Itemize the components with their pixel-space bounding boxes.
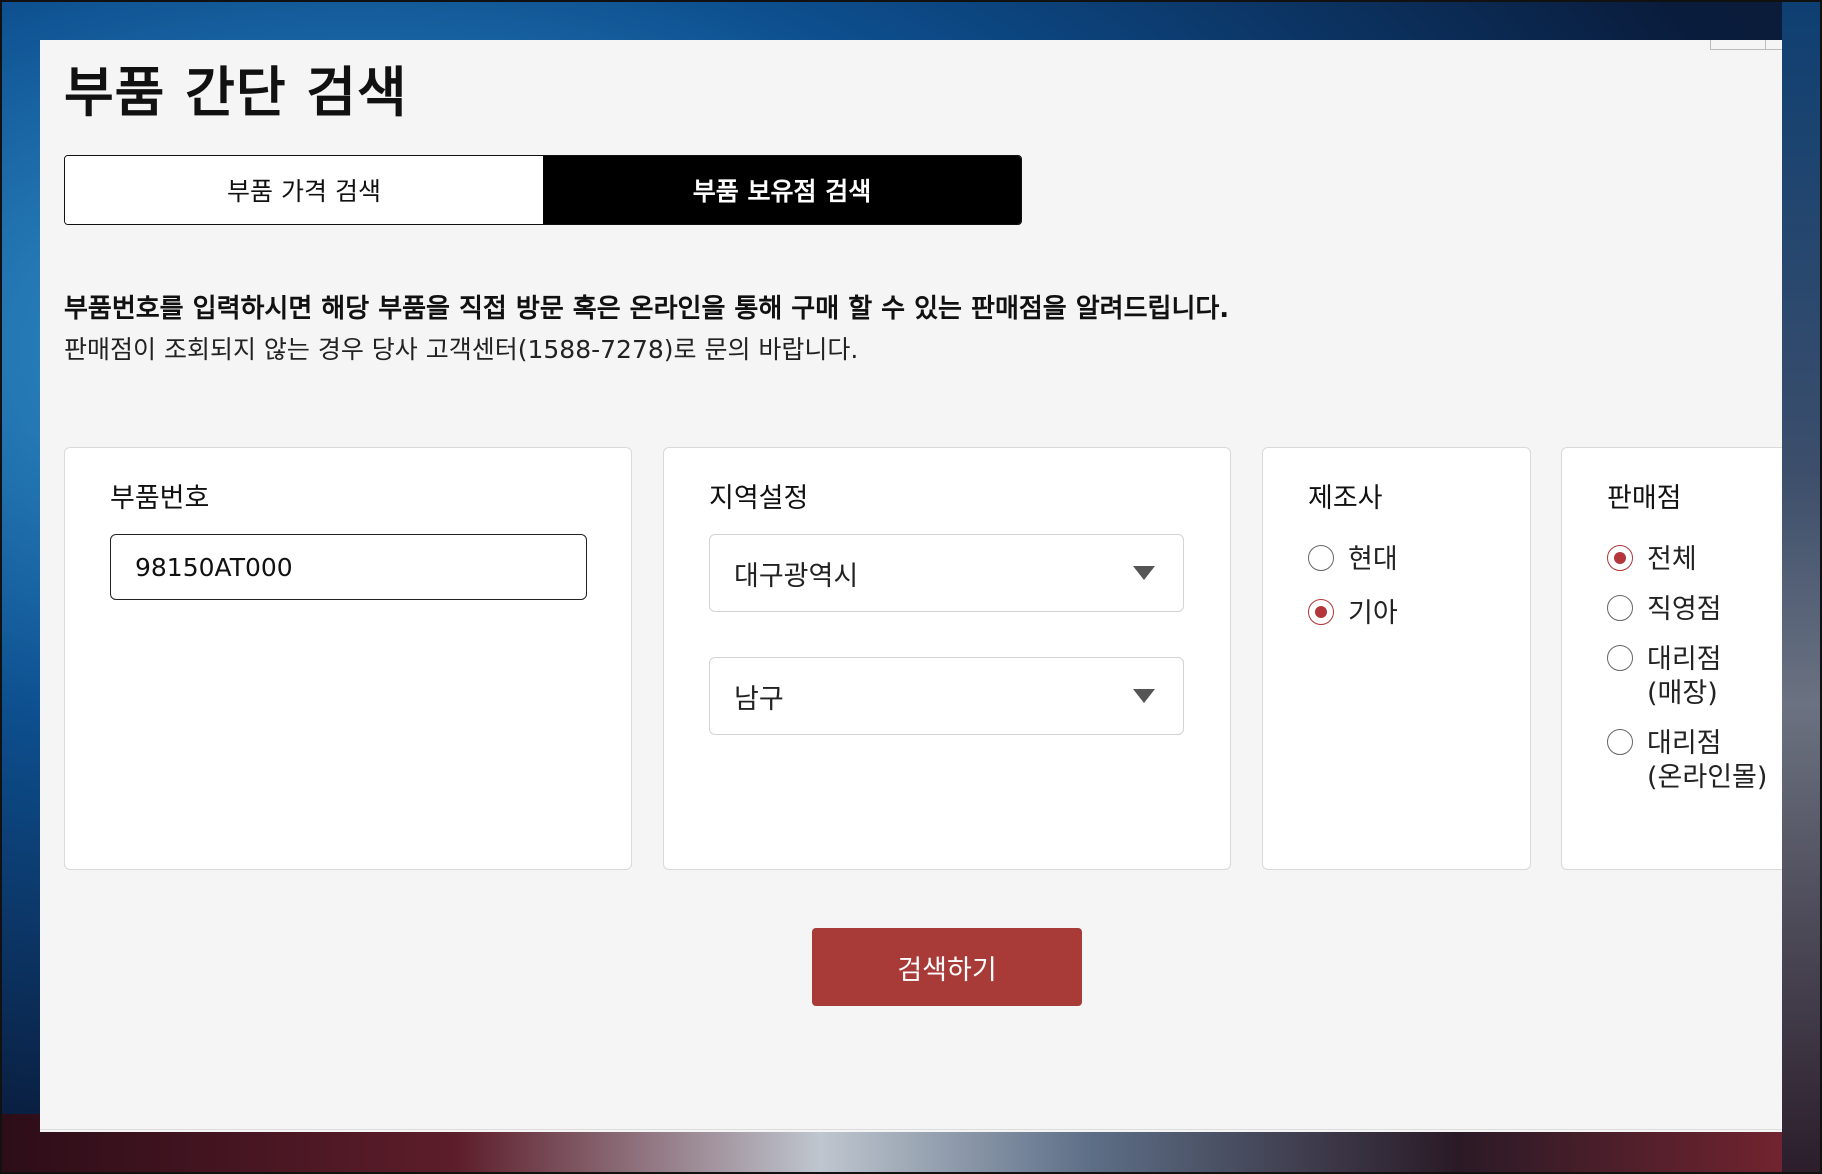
radio-unchecked-icon[interactable] xyxy=(1308,545,1334,571)
description-secondary: 판매점이 조회되지 않는 경우 당사 고객센터(1588-7278)로 문의 바… xyxy=(64,335,859,364)
search-tabs: 부품 가격 검색 부품 보유점 검색 xyxy=(64,155,1022,225)
store-label: 판매점 xyxy=(1607,483,1682,514)
maker-option-kia[interactable]: 기아 xyxy=(1308,597,1398,631)
search-window: 부품 간단 검색 부품 가격 검색 부품 보유점 검색 부품번호를 입력하시면 … xyxy=(40,40,1782,1132)
desktop-background-right xyxy=(1782,0,1822,1174)
store-option-line1: 대리점 xyxy=(1647,644,1722,675)
city-select-value: 대구광역시 xyxy=(734,560,859,592)
store-option-all[interactable]: 전체 xyxy=(1607,543,1767,577)
maker-option-label: 기아 xyxy=(1348,598,1398,629)
radio-checked-icon[interactable] xyxy=(1308,599,1334,625)
city-select[interactable]: 대구광역시 xyxy=(709,534,1184,612)
part-number-input[interactable] xyxy=(110,534,587,600)
search-button[interactable]: 검색하기 xyxy=(812,928,1082,1006)
maker-radio-group: 현대 기아 xyxy=(1308,543,1398,651)
district-select[interactable]: 남구 xyxy=(709,657,1184,735)
store-card: 판매점 전체 직영점 대리점 (매장) 대리점 (온라인몰) xyxy=(1561,447,1782,870)
store-option-label: 직영점 xyxy=(1647,594,1722,625)
store-option-direct[interactable]: 직영점 xyxy=(1607,593,1767,627)
maker-card: 제조사 현대 기아 xyxy=(1262,447,1531,870)
store-option-label: 대리점 (매장) xyxy=(1647,643,1722,711)
chevron-down-icon xyxy=(1133,566,1155,580)
store-option-line2: (매장) xyxy=(1647,678,1718,709)
radio-unchecked-icon[interactable] xyxy=(1607,595,1633,621)
district-select-value: 남구 xyxy=(734,683,784,715)
part-number-label: 부품번호 xyxy=(110,483,210,514)
part-number-card: 부품번호 xyxy=(64,447,632,870)
maker-option-label: 현대 xyxy=(1348,544,1398,575)
store-option-line2: (온라인몰) xyxy=(1647,762,1768,793)
description-primary: 부품번호를 입력하시면 해당 부품을 직접 방문 혹은 온라인을 통해 구매 할… xyxy=(64,294,1230,324)
divider xyxy=(40,1129,1782,1130)
maker-option-hyundai[interactable]: 현대 xyxy=(1308,543,1398,577)
region-label: 지역설정 xyxy=(709,483,809,514)
page-title: 부품 간단 검색 xyxy=(64,61,408,124)
window-corner-control[interactable] xyxy=(1710,40,1782,50)
store-radio-group: 전체 직영점 대리점 (매장) 대리점 (온라인몰) xyxy=(1607,543,1767,811)
region-card: 지역설정 대구광역시 남구 xyxy=(663,447,1231,870)
store-option-line1: 대리점 xyxy=(1647,728,1722,759)
store-option-label: 전체 xyxy=(1647,544,1697,575)
store-option-label: 대리점 (온라인몰) xyxy=(1647,727,1767,795)
maker-label: 제조사 xyxy=(1308,483,1383,514)
radio-unchecked-icon[interactable] xyxy=(1607,645,1633,671)
chevron-down-icon xyxy=(1133,689,1155,703)
tab-part-store-search[interactable]: 부품 보유점 검색 xyxy=(543,156,1021,224)
radio-checked-icon[interactable] xyxy=(1607,545,1633,571)
tab-part-price-search[interactable]: 부품 가격 검색 xyxy=(65,156,543,224)
store-option-agency-online[interactable]: 대리점 (온라인몰) xyxy=(1607,727,1767,795)
store-option-agency-shop[interactable]: 대리점 (매장) xyxy=(1607,643,1767,711)
radio-unchecked-icon[interactable] xyxy=(1607,729,1633,755)
